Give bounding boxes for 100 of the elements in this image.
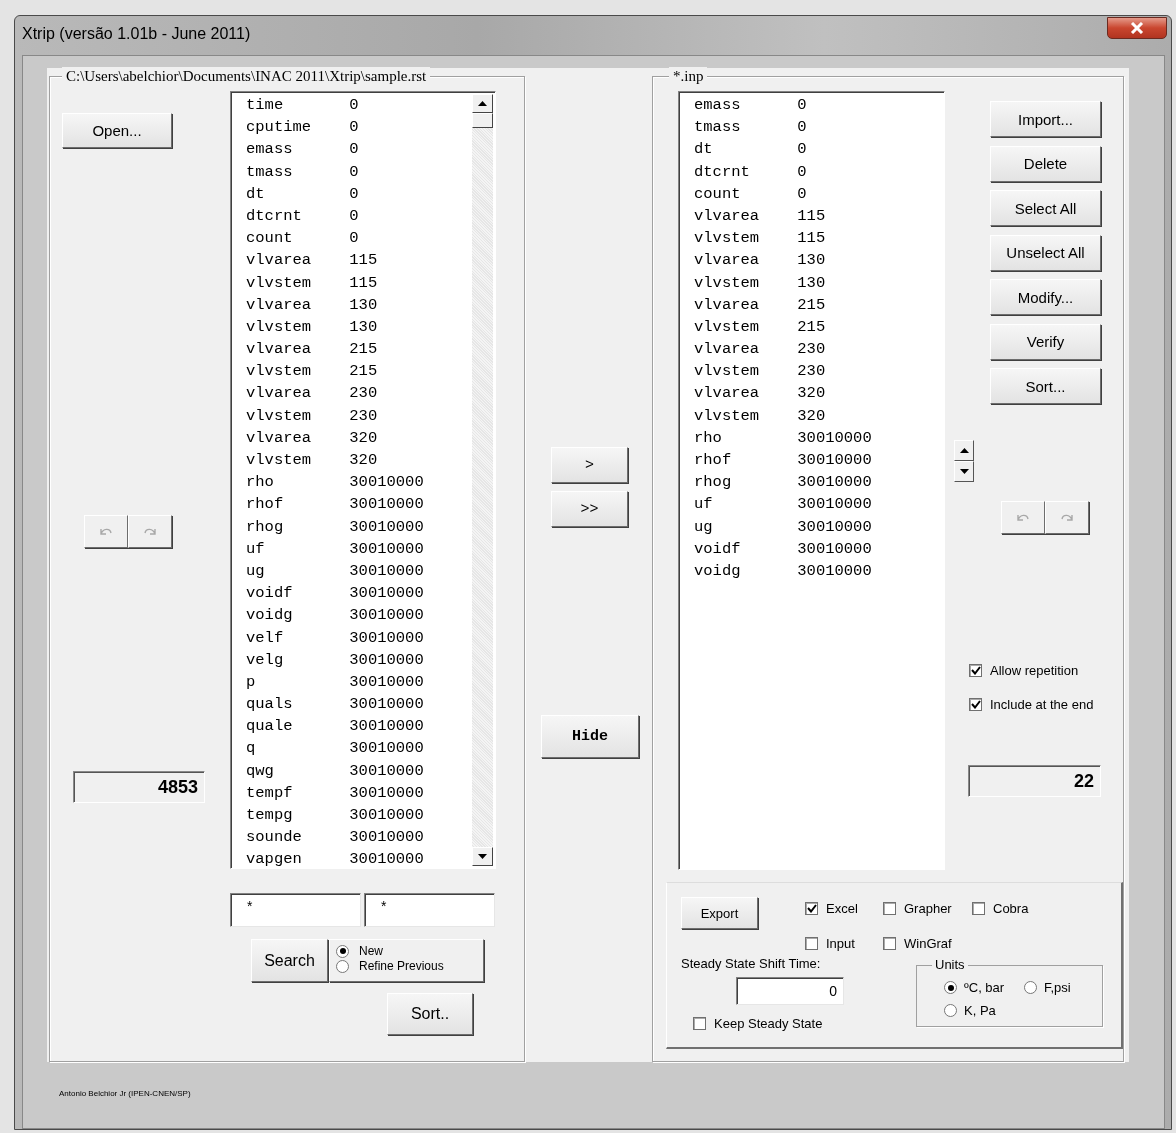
list-item[interactable]: count 0 bbox=[246, 227, 472, 250]
list-item[interactable]: p 30010000 bbox=[246, 670, 472, 694]
checkbox[interactable] bbox=[972, 902, 985, 915]
list-item[interactable]: vlvstem 320 bbox=[694, 404, 944, 427]
checkbox-option[interactable]: Keep Steady State bbox=[693, 1016, 917, 1031]
checkbox[interactable] bbox=[805, 902, 818, 915]
list-item[interactable]: vlvarea 215 bbox=[694, 293, 944, 316]
move-down-button[interactable] bbox=[954, 461, 974, 482]
radio-button[interactable] bbox=[1024, 981, 1037, 994]
checkbox-option[interactable]: Cobra bbox=[972, 901, 1029, 916]
list-item[interactable]: vlvstem 130 bbox=[246, 315, 472, 339]
close-button[interactable] bbox=[1107, 17, 1167, 39]
list-item[interactable]: tmass 0 bbox=[694, 116, 944, 139]
export-button[interactable]: Export bbox=[681, 897, 758, 929]
action-button[interactable]: Select All bbox=[990, 190, 1101, 226]
transfer-button[interactable]: >> bbox=[551, 491, 628, 527]
list-item[interactable]: ug 30010000 bbox=[246, 559, 472, 583]
list-item[interactable]: tempg 30010000 bbox=[246, 804, 472, 827]
list-item[interactable]: qwg 30010000 bbox=[246, 759, 472, 782]
list-item[interactable]: tempf 30010000 bbox=[246, 781, 472, 804]
radio-option[interactable]: F,psi bbox=[1024, 980, 1102, 995]
checkbox[interactable] bbox=[969, 664, 982, 677]
radio-option[interactable]: ºC, bar bbox=[944, 980, 1024, 995]
list-item[interactable]: q 30010000 bbox=[246, 737, 472, 760]
list-item[interactable]: cputime 0 bbox=[246, 116, 472, 139]
radio-button[interactable] bbox=[336, 959, 349, 973]
list-item[interactable]: vlvarea 215 bbox=[246, 338, 472, 361]
list-item[interactable]: vlvstem 320 bbox=[246, 449, 472, 472]
list-item[interactable]: ug 30010000 bbox=[694, 515, 944, 538]
variable-list[interactable] bbox=[678, 91, 945, 870]
list-item[interactable]: uf 30010000 bbox=[694, 493, 944, 516]
list-item[interactable]: vlvarea 115 bbox=[694, 204, 944, 228]
move-up-button[interactable] bbox=[954, 440, 974, 461]
radio-button[interactable] bbox=[336, 944, 349, 958]
checkbox-option[interactable]: Include at the end bbox=[969, 697, 1104, 712]
list-item[interactable]: rhof 30010000 bbox=[694, 449, 944, 472]
list-item[interactable]: vlvarea 130 bbox=[246, 293, 472, 316]
list-item[interactable]: rho 30010000 bbox=[694, 426, 944, 449]
radio-button[interactable] bbox=[944, 981, 957, 994]
checkbox[interactable] bbox=[969, 698, 982, 711]
action-button[interactable]: Unselect All bbox=[990, 234, 1101, 271]
shift-time-field[interactable]: 0 bbox=[736, 977, 844, 1005]
open-button[interactable]: Open... bbox=[62, 113, 172, 148]
action-button[interactable]: Delete bbox=[990, 145, 1101, 182]
list-item[interactable]: emass 0 bbox=[246, 138, 472, 161]
list-item[interactable]: rhog 30010000 bbox=[694, 471, 944, 494]
list-item[interactable]: rhog 30010000 bbox=[246, 515, 472, 538]
list-item[interactable]: vapgen 30010000 bbox=[246, 848, 472, 868]
list-item[interactable]: voidg 30010000 bbox=[694, 559, 944, 583]
list-item[interactable]: voidf 30010000 bbox=[246, 582, 472, 605]
list-item[interactable]: velg 30010000 bbox=[246, 648, 472, 671]
scroll-thumb[interactable] bbox=[472, 113, 493, 128]
list-item[interactable]: tmass 0 bbox=[246, 160, 472, 183]
checkbox-option[interactable]: Excel bbox=[805, 901, 883, 916]
list-item[interactable]: emass 0 bbox=[694, 94, 944, 117]
list-item[interactable]: vlvarea 115 bbox=[246, 249, 472, 272]
list-item[interactable]: voidf 30010000 bbox=[694, 537, 944, 560]
list-item[interactable]: vlvstem 115 bbox=[694, 227, 944, 250]
scrollbar[interactable] bbox=[472, 94, 493, 866]
list-item[interactable]: dtcrnt 0 bbox=[246, 204, 472, 228]
list-item[interactable]: uf 30010000 bbox=[246, 537, 472, 560]
list-item[interactable]: velf 30010000 bbox=[246, 626, 472, 649]
list-item[interactable]: rho 30010000 bbox=[246, 471, 472, 494]
checkbox-option[interactable]: WinGraf bbox=[883, 936, 972, 951]
list-item[interactable]: voidg 30010000 bbox=[246, 604, 472, 627]
scroll-down-button[interactable] bbox=[472, 847, 493, 866]
sort-button[interactable]: Sort.. bbox=[387, 993, 473, 1035]
list-item[interactable]: quale 30010000 bbox=[246, 715, 472, 738]
checkbox[interactable] bbox=[693, 1017, 706, 1030]
list-item[interactable]: count 0 bbox=[694, 182, 944, 205]
list-item[interactable]: vlvstem 130 bbox=[694, 271, 944, 294]
checkbox[interactable] bbox=[805, 937, 818, 950]
list-item[interactable]: dtcrnt 0 bbox=[694, 160, 944, 183]
filter-field[interactable]: * bbox=[364, 893, 495, 927]
radio-button[interactable] bbox=[944, 1004, 957, 1017]
checkbox-option[interactable]: Grapher bbox=[883, 901, 972, 916]
hide-button[interactable]: Hide bbox=[541, 715, 639, 758]
checkbox-option[interactable]: Allow repetition bbox=[969, 663, 1104, 678]
search-button[interactable]: Search bbox=[251, 939, 328, 982]
list-item[interactable]: vlvarea 320 bbox=[246, 426, 472, 449]
list-item[interactable]: vlvstem 215 bbox=[246, 360, 472, 383]
checkbox[interactable] bbox=[883, 937, 896, 950]
list-item[interactable]: vlvarea 230 bbox=[694, 338, 944, 361]
list-item[interactable]: vlvarea 130 bbox=[694, 249, 944, 272]
list-item[interactable]: vlvstem 230 bbox=[694, 360, 944, 383]
list-item[interactable]: vlvarea 320 bbox=[694, 382, 944, 405]
list-item[interactable]: dt 0 bbox=[694, 138, 944, 161]
list-item[interactable]: rhof 30010000 bbox=[246, 493, 472, 516]
action-button[interactable]: Sort... bbox=[990, 368, 1101, 404]
variable-list[interactable] bbox=[230, 91, 496, 869]
list-item[interactable]: time 0 bbox=[246, 94, 472, 117]
radio-option[interactable]: K, Pa bbox=[944, 1003, 1024, 1018]
action-button[interactable]: Verify bbox=[990, 323, 1101, 360]
checkbox-option[interactable]: Input bbox=[805, 936, 883, 951]
checkbox[interactable] bbox=[883, 902, 896, 915]
list-item[interactable]: sounde 30010000 bbox=[246, 826, 472, 849]
list-item[interactable]: dt 0 bbox=[246, 182, 472, 205]
list-item[interactable]: vlvstem 230 bbox=[246, 404, 472, 427]
action-button[interactable]: Modify... bbox=[990, 279, 1101, 315]
action-button[interactable]: Import... bbox=[990, 101, 1101, 137]
